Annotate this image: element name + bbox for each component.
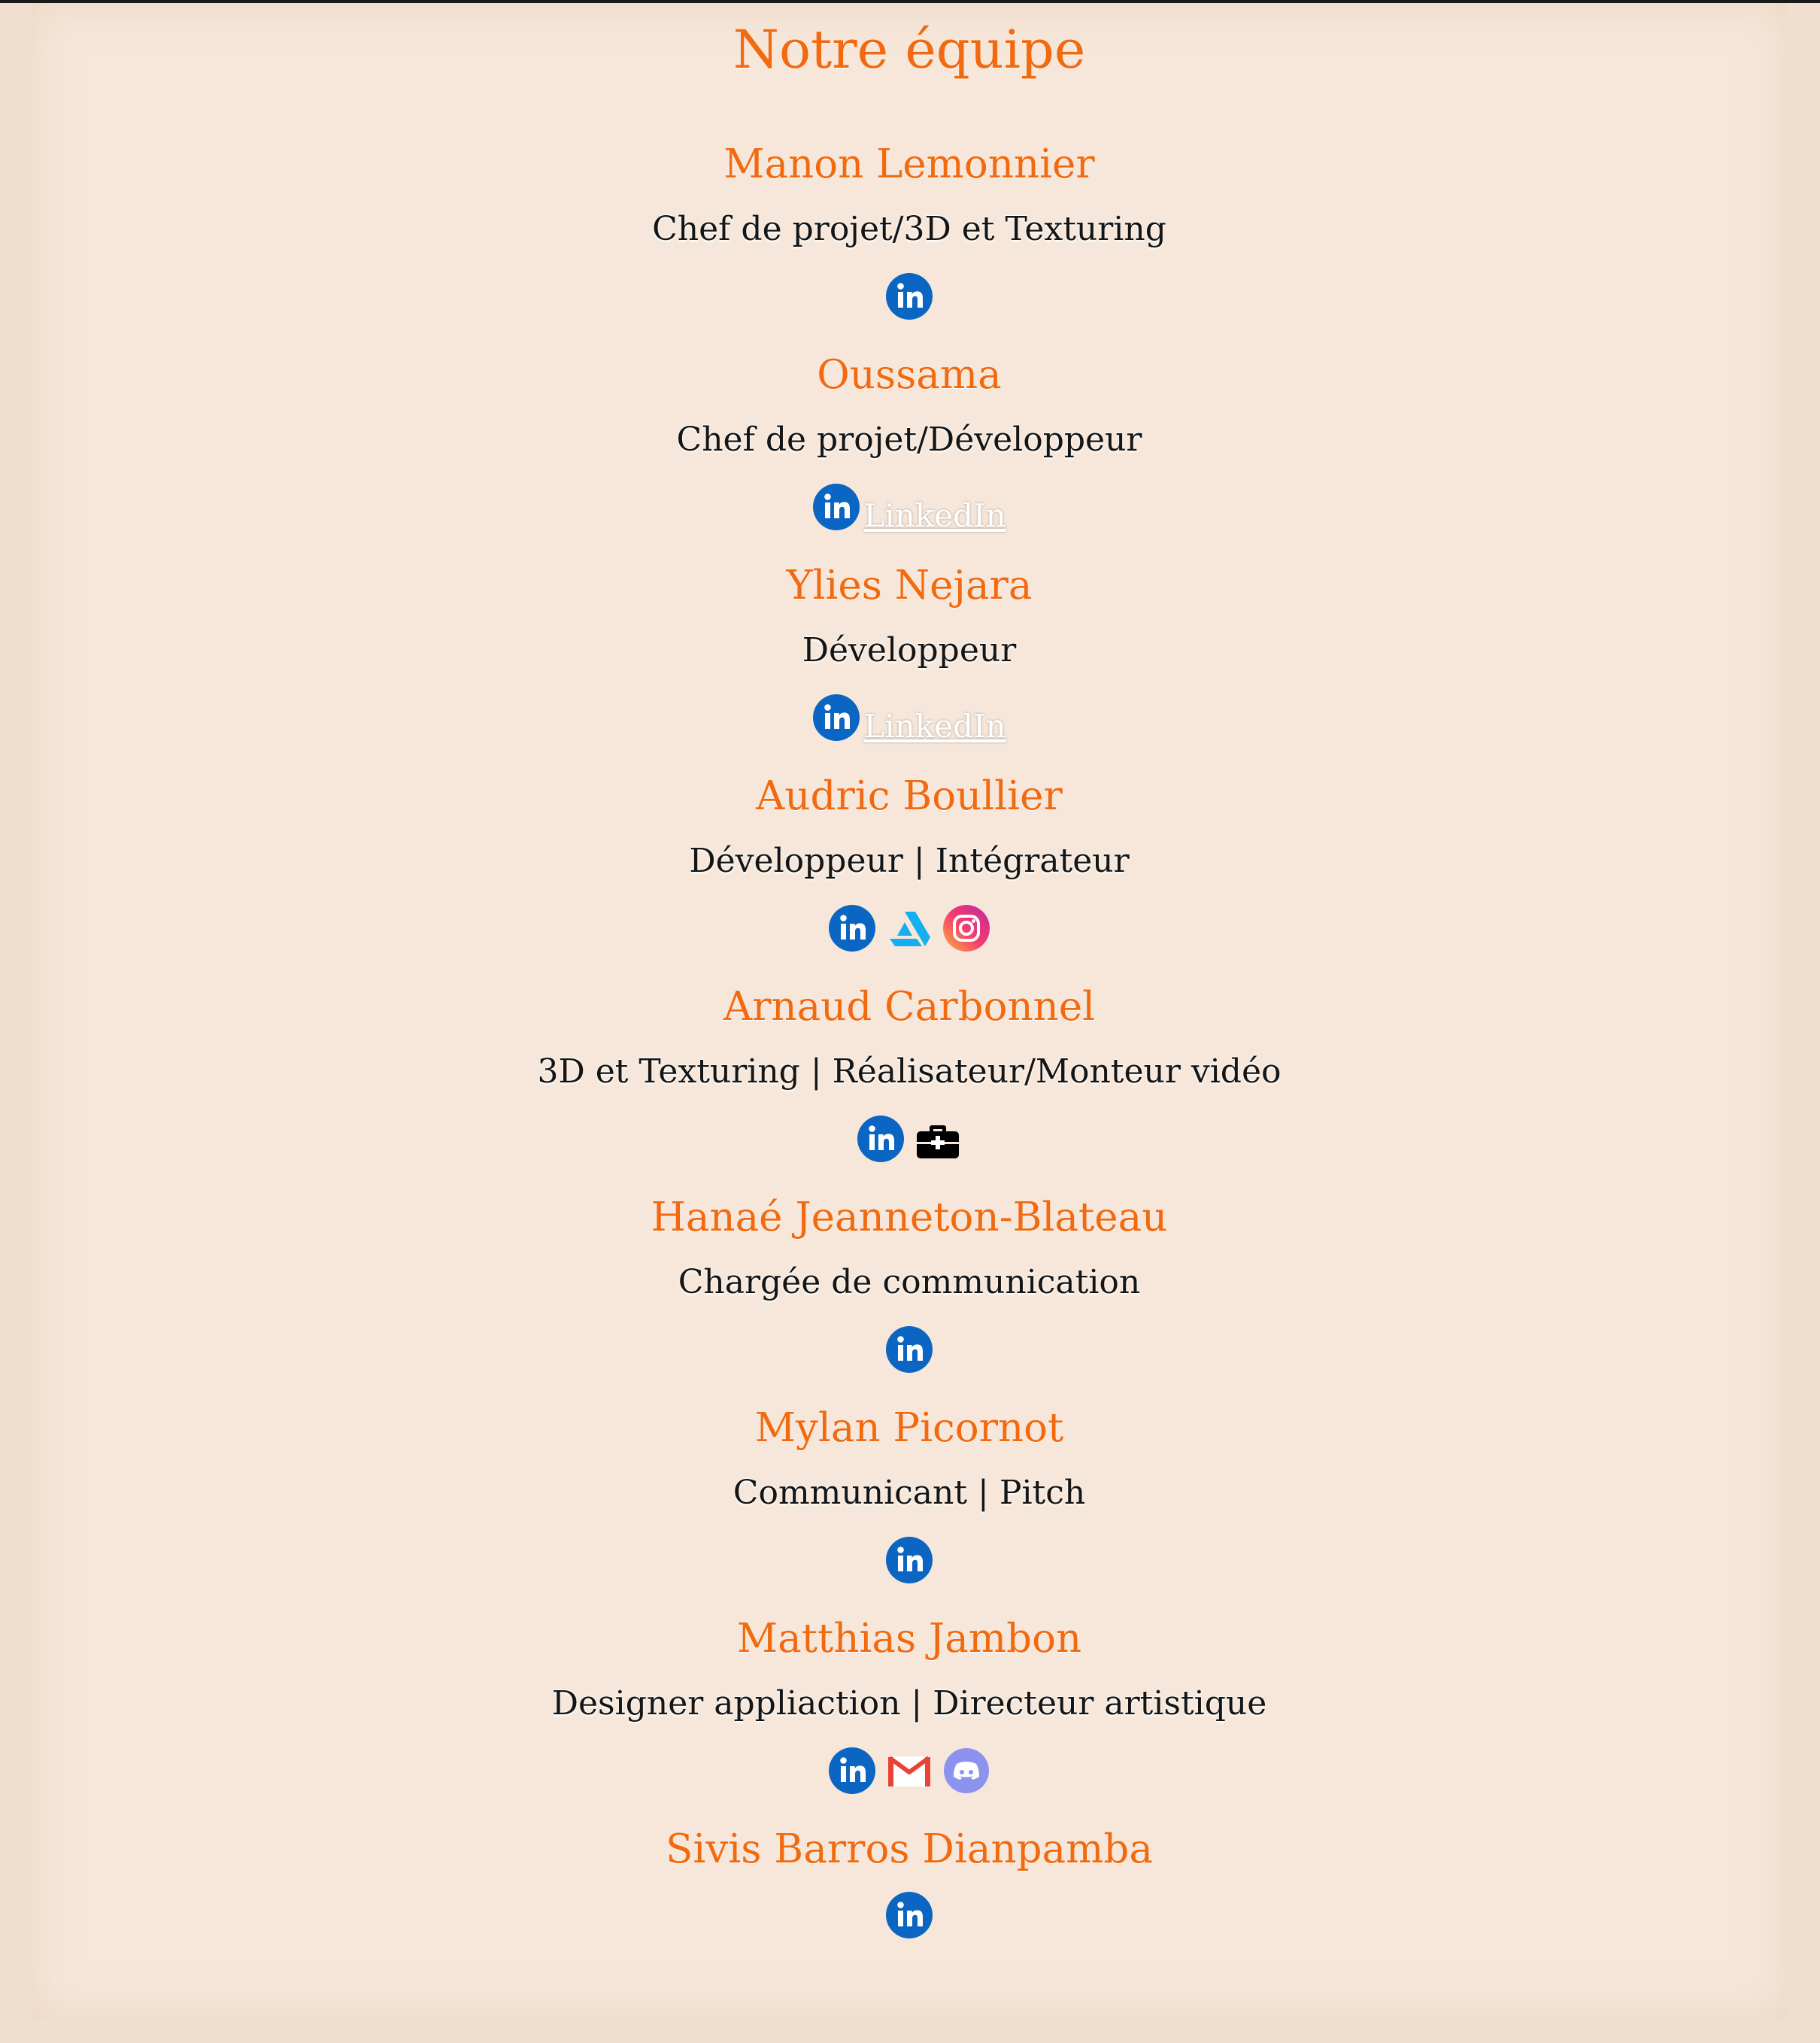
member-social-links: LinkedIn xyxy=(32,480,1787,534)
team-member-ylies-nejara: Ylies Nejara Développeur LinkedIn xyxy=(32,558,1787,769)
member-role: Chef de projet/3D et Texturing xyxy=(652,210,1166,248)
member-name: Hanaé Jeanneton-Blateau xyxy=(651,1195,1168,1240)
member-role: 3D et Texturing | Réalisateur/Monteur vi… xyxy=(537,1052,1282,1091)
member-social-links: LinkedIn xyxy=(32,691,1787,745)
portfolio-briefcase-icon[interactable] xyxy=(914,1115,962,1163)
member-name: Sivis Barros Dianpamba xyxy=(666,1826,1153,1872)
linkedin-link[interactable]: LinkedIn xyxy=(863,497,1006,534)
member-name: Audric Boullier xyxy=(756,773,1063,819)
linkedin-icon[interactable] xyxy=(828,1747,876,1795)
linkedin-icon[interactable] xyxy=(885,1891,933,1939)
member-social-links xyxy=(32,1322,1787,1377)
team-member-hanae-jeanneton-blateau: Hanaé Jeanneton-Blateau Chargée de commun… xyxy=(32,1190,1787,1401)
linkedin-icon[interactable] xyxy=(885,1536,933,1584)
member-name: Oussama xyxy=(817,352,1002,398)
member-role: Chef de projet/Développeur xyxy=(676,420,1142,459)
team-member-arnaud-carbonnel: Arnaud Carbonnel 3D et Texturing | Réalis… xyxy=(32,979,1787,1190)
member-role: Développeur | Intégrateur xyxy=(689,842,1130,880)
team-member-mylan-picornot: Mylan Picornot Communicant | Pitch xyxy=(32,1401,1787,1611)
member-name: Arnaud Carbonnel xyxy=(723,984,1096,1030)
member-name: Ylies Nejara xyxy=(786,563,1033,609)
team-panel: Notre équipe Manon Lemonnier Chef de proj… xyxy=(32,3,1787,2019)
linkedin-icon[interactable] xyxy=(828,904,876,952)
member-name: Manon Lemonnier xyxy=(723,141,1095,187)
linkedin-icon[interactable] xyxy=(885,1325,933,1374)
discord-icon[interactable] xyxy=(942,1747,990,1795)
page-title: Notre équipe xyxy=(733,19,1086,80)
team-member-audric-boullier: Audric Boullier Développeur | Intégrateur xyxy=(32,769,1787,979)
linkedin-link[interactable]: LinkedIn xyxy=(863,708,1006,745)
artstation-icon[interactable] xyxy=(885,904,933,952)
member-social-links xyxy=(32,1533,1787,1587)
member-social-links xyxy=(32,1744,1787,1798)
member-role: Communicant | Pitch xyxy=(733,1474,1086,1512)
linkedin-icon[interactable] xyxy=(812,694,860,742)
member-social-links xyxy=(32,269,1787,323)
team-member-matthias-jambon: Matthias Jambon Designer appliaction | Di… xyxy=(32,1611,1787,1822)
member-name: Mylan Picornot xyxy=(754,1405,1064,1451)
member-role: Développeur xyxy=(802,631,1017,669)
linkedin-icon[interactable] xyxy=(812,483,860,531)
member-role: Designer appliaction | Directeur artisti… xyxy=(551,1684,1267,1723)
member-name: Matthias Jambon xyxy=(736,1616,1082,1662)
team-member-manon-lemonnier: Manon Lemonnier Chef de projet/3D et Text… xyxy=(32,137,1787,348)
member-social-links xyxy=(32,901,1787,955)
team-member-sivis-barros-dianpamba: Sivis Barros Dianpamba xyxy=(32,1822,1787,2032)
gmail-icon[interactable] xyxy=(885,1747,933,1795)
team-member-oussama: Oussama Chef de projet/Développeur Linked… xyxy=(32,348,1787,558)
linkedin-icon[interactable] xyxy=(885,272,933,320)
member-social-links xyxy=(32,1112,1787,1166)
member-social-links xyxy=(32,1888,1787,1942)
linkedin-icon[interactable] xyxy=(857,1115,905,1163)
team-members-list: Manon Lemonnier Chef de projet/3D et Text… xyxy=(32,137,1787,2032)
member-role: Chargée de communication xyxy=(678,1263,1141,1301)
instagram-icon[interactable] xyxy=(942,904,990,952)
